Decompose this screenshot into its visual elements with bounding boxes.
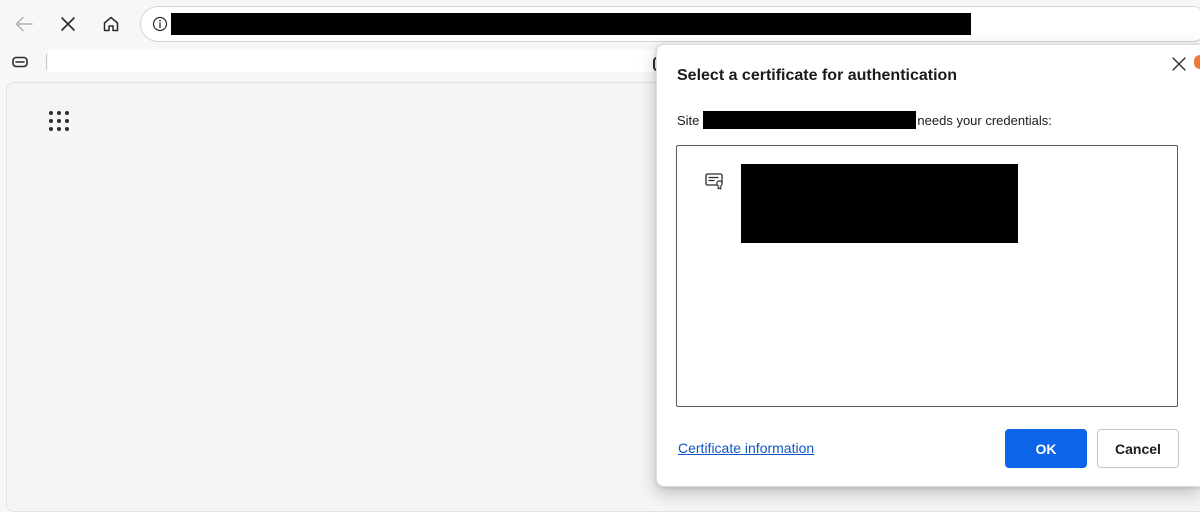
site-credentials-text: Site needs your credentials: bbox=[677, 111, 1052, 129]
back-arrow-icon bbox=[15, 16, 33, 32]
cancel-button[interactable]: Cancel bbox=[1097, 429, 1179, 468]
certificate-list[interactable] bbox=[676, 145, 1178, 407]
browser-toolbar bbox=[0, 0, 1200, 50]
close-icon bbox=[1172, 57, 1186, 71]
info-icon bbox=[152, 16, 168, 32]
address-bar[interactable] bbox=[140, 6, 1200, 42]
close-icon bbox=[61, 17, 75, 31]
ok-button[interactable]: OK bbox=[1005, 429, 1087, 468]
certificate-list-item[interactable] bbox=[703, 164, 1023, 244]
site-prefix: Site bbox=[677, 112, 700, 128]
certificate-dialog: Select a certificate for authentication … bbox=[656, 44, 1200, 487]
hidden-extension-badge bbox=[1194, 55, 1200, 69]
tab-icon bbox=[12, 56, 28, 68]
back-button[interactable] bbox=[9, 9, 39, 39]
site-info-button[interactable] bbox=[151, 15, 169, 33]
dialog-title: Select a certificate for authentication bbox=[677, 67, 958, 84]
url-text-redacted bbox=[171, 13, 971, 35]
stop-loading-button[interactable] bbox=[53, 9, 83, 39]
certificate-name-redacted bbox=[741, 164, 1018, 243]
certificate-information-link[interactable]: Certificate information bbox=[678, 440, 814, 456]
favorites-divider bbox=[46, 54, 47, 70]
site-name-redacted bbox=[703, 111, 917, 129]
home-button[interactable] bbox=[96, 9, 126, 39]
app-launcher-grid-icon[interactable] bbox=[47, 109, 71, 133]
site-suffix: needs your credentials: bbox=[917, 112, 1052, 128]
tab-actions-button[interactable] bbox=[10, 54, 30, 70]
home-icon bbox=[103, 16, 119, 32]
dialog-close-button[interactable] bbox=[1168, 53, 1190, 75]
certificate-icon bbox=[703, 170, 727, 192]
favorites-area bbox=[48, 50, 654, 72]
